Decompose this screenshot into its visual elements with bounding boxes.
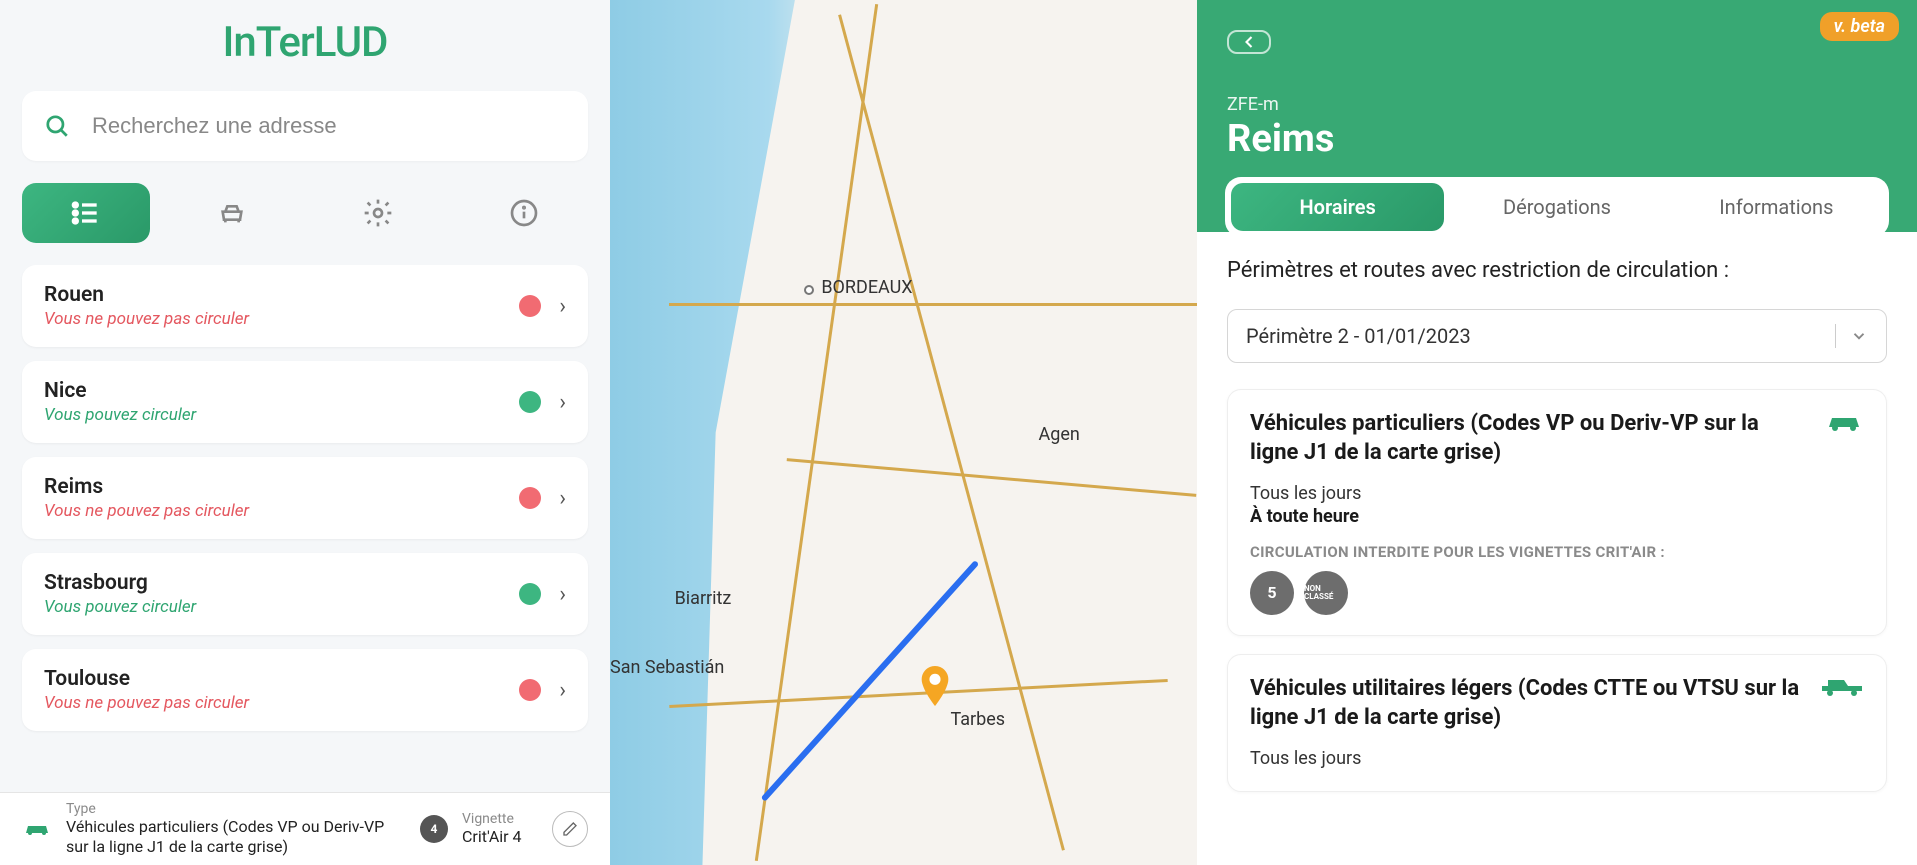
city-status: Vous pouvez circuler [44, 597, 196, 617]
gear-icon [362, 197, 394, 229]
search-input[interactable] [92, 113, 566, 139]
map-pin[interactable] [921, 666, 949, 706]
map-label-san-sebastian: San Sebastián [610, 657, 724, 678]
city-name: Nice [44, 379, 196, 403]
critair-label: CIRCULATION INTERDITE POUR LES VIGNETTES… [1250, 543, 1864, 561]
search-icon [44, 113, 70, 139]
detail-header: ZFE-m Reims Horaires Dérogations Informa… [1197, 0, 1917, 232]
vehicle-card-title: Véhicules utilitaires légers (Codes CTTE… [1250, 675, 1804, 732]
vehicle-days: Tous les jours [1250, 483, 1864, 504]
tab-vehicle[interactable] [168, 183, 296, 243]
tab-settings[interactable] [314, 183, 442, 243]
tab-list[interactable] [22, 183, 150, 243]
map-road [669, 303, 1197, 306]
city-status: Vous ne pouvez pas circuler [44, 693, 249, 713]
tab-informations[interactable]: Informations [1670, 183, 1883, 231]
vignette-value: Crit'Air 4 [462, 827, 522, 847]
city-name: Rouen [44, 283, 249, 307]
status-dot [519, 487, 541, 509]
chevron-right-icon: › [559, 390, 566, 415]
chevron-right-icon: › [559, 582, 566, 607]
vehicle-card-title: Véhicules particuliers (Codes VP ou Deri… [1250, 410, 1808, 467]
tab-info[interactable] [460, 183, 588, 243]
map-road [787, 458, 1197, 497]
chevron-right-icon: › [559, 486, 566, 511]
detail-panel: v. beta ZFE-m Reims Horaires Dérogations… [1197, 0, 1917, 865]
zone-title: Reims [1227, 117, 1887, 161]
pencil-icon [562, 821, 578, 837]
vehicle-summary-bar: Type Véhicules particuliers (Codes VP ou… [0, 792, 610, 865]
vehicle-card: Véhicules particuliers (Codes VP ou Deri… [1227, 389, 1887, 636]
car-icon [216, 197, 248, 229]
tab-derogations[interactable]: Dérogations [1450, 183, 1663, 231]
perimeter-value: Périmètre 2 - 01/01/2023 [1246, 324, 1471, 348]
pin-icon [921, 666, 949, 706]
edit-vehicle-button[interactable] [552, 811, 588, 847]
critair-badge-5: 5 [1250, 571, 1294, 615]
chevron-down-icon [1850, 327, 1868, 345]
info-icon [508, 197, 540, 229]
status-dot [519, 391, 541, 413]
city-list: Rouen Vous ne pouvez pas circuler › Nice… [0, 265, 610, 792]
restriction-heading: Périmètres et routes avec restriction de… [1227, 258, 1887, 283]
city-status: Vous pouvez circuler [44, 405, 196, 425]
divider [1835, 324, 1836, 348]
map-road [669, 679, 1167, 708]
city-card-toulouse[interactable]: Toulouse Vous ne pouvez pas circuler › [22, 649, 588, 731]
type-label: Type [66, 801, 406, 817]
vehicle-card: Véhicules utilitaires légers (Codes CTTE… [1227, 654, 1887, 792]
back-button[interactable] [1227, 30, 1271, 54]
detail-tabs: Horaires Dérogations Informations [1225, 177, 1889, 237]
pickup-icon [1820, 675, 1864, 699]
critair-badge-nc: NON CLASSÉ [1304, 571, 1348, 615]
city-status: Vous ne pouvez pas circuler [44, 309, 249, 329]
logo: InTerLUD [0, 0, 610, 91]
left-tabbar [0, 183, 610, 265]
beta-badge: v. beta [1820, 12, 1899, 41]
logo-text: InTerLUD [223, 18, 388, 67]
city-card-rouen[interactable]: Rouen Vous ne pouvez pas circuler › [22, 265, 588, 347]
map-label-tarbes: Tarbes [950, 709, 1005, 730]
vignette-label: Vignette [462, 811, 522, 827]
type-value: Véhicules particuliers (Codes VP ou Deri… [66, 817, 406, 857]
status-dot [519, 679, 541, 701]
city-name: Strasbourg [44, 571, 196, 595]
list-icon [70, 197, 102, 229]
zone-type: ZFE-m [1227, 94, 1887, 115]
tab-horaires[interactable]: Horaires [1231, 183, 1444, 231]
detail-body: Périmètres et routes avec restriction de… [1197, 232, 1917, 865]
map-road [755, 4, 878, 861]
car-icon [22, 819, 52, 839]
sidebar-left: InTerLUD Rouen Vous ne po [0, 0, 610, 865]
map-label-biarritz: Biarritz [675, 588, 732, 609]
status-dot [519, 583, 541, 605]
city-card-nice[interactable]: Nice Vous pouvez circuler › [22, 361, 588, 443]
city-name: Reims [44, 475, 249, 499]
vehicle-hours: À toute heure [1250, 506, 1864, 527]
map[interactable]: BORDEAUX Agen Biarritz San Sebastián Tar… [610, 0, 1197, 865]
arrow-left-icon [1239, 32, 1259, 52]
vignette-badge: 4 [420, 815, 448, 843]
map-city-dot [804, 285, 814, 295]
map-sea [610, 0, 874, 865]
perimeter-select[interactable]: Périmètre 2 - 01/01/2023 [1227, 309, 1887, 363]
city-status: Vous ne pouvez pas circuler [44, 501, 249, 521]
chevron-right-icon: › [559, 678, 566, 703]
city-card-reims[interactable]: Reims Vous ne pouvez pas circuler › [22, 457, 588, 539]
map-label-bordeaux: BORDEAUX [821, 277, 912, 298]
search-bar[interactable] [22, 91, 588, 161]
status-dot [519, 295, 541, 317]
chevron-right-icon: › [559, 294, 566, 319]
vehicle-days: Tous les jours [1250, 748, 1864, 769]
city-card-strasbourg[interactable]: Strasbourg Vous pouvez circuler › [22, 553, 588, 635]
car-icon [1824, 410, 1864, 434]
map-label-agen: Agen [1039, 424, 1080, 445]
city-name: Toulouse [44, 667, 249, 691]
critair-badges: 5 NON CLASSÉ [1250, 571, 1864, 615]
